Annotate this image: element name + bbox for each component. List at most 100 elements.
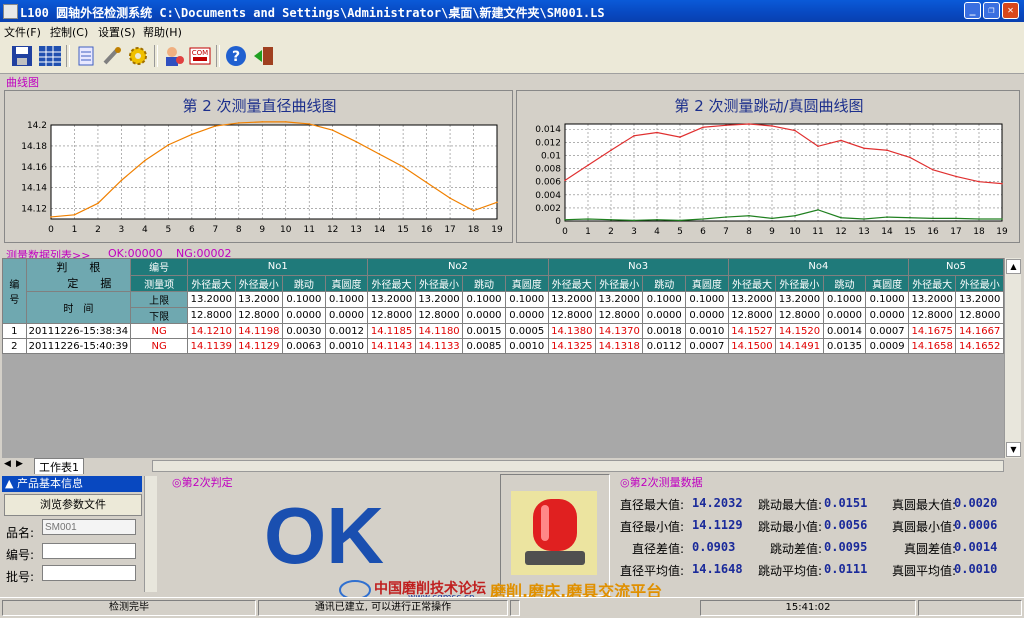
menu-settings[interactable]: 设置(S) [98, 24, 136, 40]
column-header: 外径最大 [547, 274, 596, 292]
table-vertical-scrollbar[interactable]: ▲ ▼ [1004, 258, 1021, 458]
row-number: 1 [2, 323, 27, 339]
tab-nav-right-icon[interactable]: ▶ [16, 459, 23, 469]
value-cell: 0.0007 [865, 323, 909, 339]
menu-help[interactable]: 帮助(H) [143, 24, 182, 40]
y-tick-label: 0.012 [535, 138, 561, 148]
value-cell: 14.1129 [234, 338, 284, 354]
grid-icon[interactable] [38, 44, 62, 68]
collapse-icon[interactable]: ▲ [5, 477, 13, 490]
data-point [496, 201, 498, 204]
x-tick-label: 2 [608, 227, 614, 237]
x-tick-label: 13 [350, 225, 361, 235]
upper-limit-cell: 13.2000 [727, 291, 777, 308]
x-tick-label: 7 [212, 225, 218, 235]
upper-limit-cell: 0.1000 [642, 291, 687, 308]
data-point [840, 216, 842, 219]
upper-limit-label: 上限 [130, 291, 189, 308]
list-icon[interactable] [74, 44, 98, 68]
lower-limit-cell: 12.8000 [234, 307, 284, 324]
x-tick-label: 0 [48, 225, 54, 235]
menu-control[interactable]: 控制(C) [50, 24, 88, 40]
tools-icon[interactable] [100, 44, 124, 68]
table-row[interactable]: 1 20111226-15:38:34 NG 14.1210 14.1198 0.0030… [2, 323, 1004, 339]
data-point [587, 164, 589, 167]
measure-label: 跳动最小值: [757, 520, 822, 534]
x-tick-label: 1 [72, 225, 78, 235]
status-bar: 检测完毕 通讯已建立, 可以进行正常操作 15:41:02 [0, 597, 1024, 618]
user-icon[interactable] [162, 44, 186, 68]
value-cell: 0.0010 [324, 338, 369, 354]
x-tick-label: 16 [927, 227, 939, 237]
value-cell: 14.1180 [414, 323, 464, 339]
measurement-grid: 编 号判 根 定 据编号 No1 No2 No3 No4 No5 测量项 外径最大 外径最小 跳动… [2, 258, 1004, 354]
menu-file[interactable]: 文件(F) [4, 24, 41, 40]
name-label: 品名: [6, 526, 35, 540]
svg-text:?: ? [232, 49, 240, 65]
upper-limit-cell: 13.2000 [547, 291, 596, 308]
value-cell: 14.1491 [775, 338, 824, 354]
data-point [167, 144, 170, 146]
column-header: 外径最大 [367, 274, 416, 292]
exit-icon[interactable] [252, 44, 276, 68]
toolbar-separator [154, 45, 158, 67]
measure-value: 14.2032 [692, 496, 743, 510]
data-point [725, 216, 727, 218]
plot-area [51, 125, 497, 219]
y-tick-label: 14.14 [21, 184, 47, 194]
gear-icon[interactable] [126, 44, 150, 68]
close-button[interactable]: ✕ [1002, 2, 1019, 19]
table-row[interactable]: 2 20111226-15:40:39 NG 14.1139 14.1129 0.0063… [2, 338, 1004, 354]
x-tick-label: 19 [491, 225, 503, 235]
x-tick-label: 5 [677, 227, 683, 237]
save-icon[interactable] [10, 44, 34, 68]
value-cell: 14.1185 [367, 323, 416, 339]
x-tick-label: 15 [904, 227, 915, 237]
measure-label: 直径差值: [631, 542, 684, 556]
data-point [191, 133, 193, 136]
batch-field[interactable] [42, 565, 136, 581]
x-tick-label: 18 [468, 225, 480, 235]
x-tick-label: 5 [166, 225, 172, 235]
lower-limit-cell: 12.8000 [187, 307, 236, 324]
browse-params-button[interactable]: 浏览参数文件 [4, 494, 142, 516]
data-point [932, 169, 934, 171]
value-cell: 14.1380 [547, 323, 596, 339]
data-point [610, 218, 612, 221]
status-extra [918, 600, 1022, 616]
data-point [331, 129, 334, 132]
number-field[interactable] [42, 543, 136, 559]
upper-limit-cell: 13.2000 [414, 291, 464, 308]
name-field[interactable] [42, 519, 136, 535]
product-scrollbar[interactable] [144, 476, 157, 592]
column-header: 真圆度 [504, 274, 549, 292]
data-point [610, 149, 612, 152]
diameter-chart-panel: 第 2 次测量直径曲线图 14.2 14.18 14.16 14.14 14.12 0 1 2… [4, 90, 513, 243]
minimize-button[interactable]: _ [964, 2, 981, 19]
data-point [425, 181, 428, 184]
svg-text:COM: COM [192, 49, 208, 57]
upper-limit-cell: 0.1000 [324, 291, 369, 308]
judgement-result: OK [264, 491, 384, 580]
scroll-down-arrow[interactable]: ▼ [1006, 442, 1021, 457]
tab-nav-left-icon[interactable]: ◀ [4, 459, 11, 469]
measure-label: 真圆平均值: [891, 564, 956, 578]
maximize-button[interactable]: ❐ [983, 2, 1000, 19]
data-point [472, 209, 475, 212]
value-cell: 0.0014 [822, 323, 867, 339]
horizontal-scrollbar[interactable] [152, 460, 1004, 472]
com-port-icon[interactable]: COM [188, 44, 212, 68]
value-cell: 0.0010 [685, 323, 729, 339]
help-icon[interactable]: ? [224, 44, 248, 68]
upper-limit-cell: 13.2000 [775, 291, 824, 308]
group-header-no4: No4 [727, 258, 909, 276]
value-cell: 0.0015 [462, 323, 506, 339]
lower-limit-cell: 12.8000 [907, 307, 957, 324]
x-tick-label: 19 [996, 227, 1008, 237]
scroll-up-arrow[interactable]: ▲ [1006, 259, 1021, 274]
number-label: 编号: [6, 548, 35, 562]
data-point [909, 216, 911, 219]
lower-limit-cell: 12.8000 [955, 307, 1004, 324]
column-header: 外径最大 [907, 274, 957, 292]
value-cell: 0.0063 [282, 338, 326, 354]
